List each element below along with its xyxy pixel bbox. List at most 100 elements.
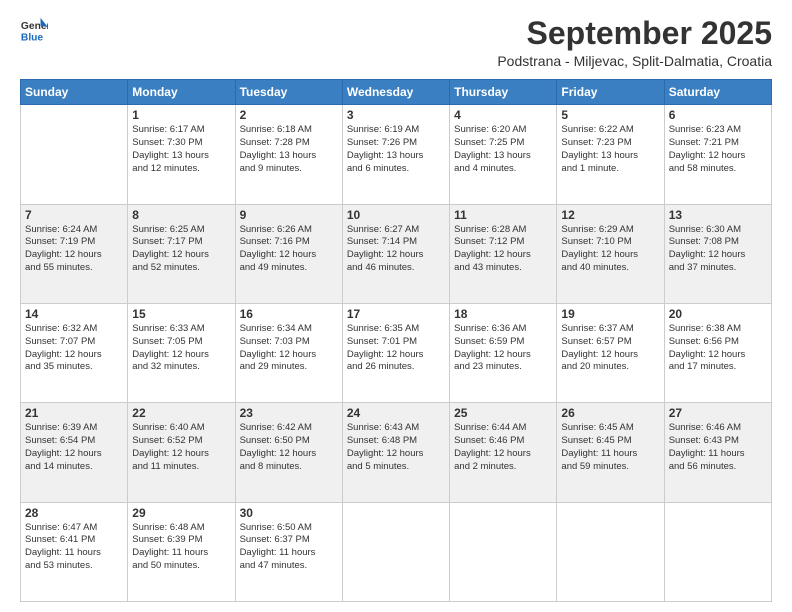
- day-info: Sunrise: 6:30 AMSunset: 7:08 PMDaylight:…: [669, 224, 767, 275]
- day-info: Sunrise: 6:35 AMSunset: 7:01 PMDaylight:…: [347, 323, 445, 374]
- month-title: September 2025: [497, 16, 772, 51]
- day-number: 11: [454, 208, 552, 222]
- day-number: 16: [240, 307, 338, 321]
- day-info: Sunrise: 6:46 AMSunset: 6:43 PMDaylight:…: [669, 422, 767, 473]
- day-number: 14: [25, 307, 123, 321]
- day-info: Sunrise: 6:48 AMSunset: 6:39 PMDaylight:…: [132, 522, 230, 573]
- calendar-cell: 16 Sunrise: 6:34 AMSunset: 7:03 PMDayligh…: [235, 303, 342, 402]
- day-info: Sunrise: 6:27 AMSunset: 7:14 PMDaylight:…: [347, 224, 445, 275]
- calendar-cell: 20 Sunrise: 6:38 AMSunset: 6:56 PMDayligh…: [664, 303, 771, 402]
- day-number: 20: [669, 307, 767, 321]
- calendar-day-header: Thursday: [450, 80, 557, 105]
- day-number: 17: [347, 307, 445, 321]
- day-info: Sunrise: 6:19 AMSunset: 7:26 PMDaylight:…: [347, 124, 445, 175]
- calendar-day-header: Tuesday: [235, 80, 342, 105]
- day-number: 30: [240, 506, 338, 520]
- calendar-cell: 12Sunrise: 6:29 AMSunset: 7:10 PMDayligh…: [557, 204, 664, 303]
- day-info: Sunrise: 6:34 AMSunset: 7:03 PMDaylight:…: [240, 323, 338, 374]
- calendar-table: SundayMondayTuesdayWednesdayThursdayFrid…: [20, 79, 772, 602]
- calendar-week-row: 21 Sunrise: 6:39 AMSunset: 6:54 PMDayligh…: [21, 403, 772, 502]
- day-info: Sunrise: 6:25 AMSunset: 7:17 PMDaylight:…: [132, 224, 230, 275]
- day-number: 21: [25, 406, 123, 420]
- day-info: Sunrise: 6:36 AMSunset: 6:59 PMDaylight:…: [454, 323, 552, 374]
- calendar-day-header: Friday: [557, 80, 664, 105]
- calendar-cell: 10Sunrise: 6:27 AMSunset: 7:14 PMDayligh…: [342, 204, 449, 303]
- day-info: Sunrise: 6:38 AMSunset: 6:56 PMDaylight:…: [669, 323, 767, 374]
- day-number: 25: [454, 406, 552, 420]
- day-info: Sunrise: 6:17 AMSunset: 7:30 PMDaylight:…: [132, 124, 230, 175]
- day-number: 24: [347, 406, 445, 420]
- calendar-cell: [557, 502, 664, 601]
- calendar-header-row: SundayMondayTuesdayWednesdayThursdayFrid…: [21, 80, 772, 105]
- day-info: Sunrise: 6:39 AMSunset: 6:54 PMDaylight:…: [25, 422, 123, 473]
- calendar-cell: 22 Sunrise: 6:40 AMSunset: 6:52 PMDayligh…: [128, 403, 235, 502]
- calendar-cell: [664, 502, 771, 601]
- calendar-cell: 28Sunrise: 6:47 AMSunset: 6:41 PMDayligh…: [21, 502, 128, 601]
- svg-text:Blue: Blue: [21, 32, 44, 43]
- page-header: General Blue September 2025 Podstrana - …: [20, 16, 772, 69]
- day-info: Sunrise: 6:22 AMSunset: 7:23 PMDaylight:…: [561, 124, 659, 175]
- day-info: Sunrise: 6:28 AMSunset: 7:12 PMDaylight:…: [454, 224, 552, 275]
- calendar-cell: [21, 105, 128, 204]
- calendar-cell: 25 Sunrise: 6:44 AMSunset: 6:46 PMDayligh…: [450, 403, 557, 502]
- calendar-cell: 26Sunrise: 6:45 AMSunset: 6:45 PMDayligh…: [557, 403, 664, 502]
- day-number: 3: [347, 108, 445, 122]
- calendar-cell: 15Sunrise: 6:33 AMSunset: 7:05 PMDayligh…: [128, 303, 235, 402]
- day-number: 7: [25, 208, 123, 222]
- calendar-cell: 19Sunrise: 6:37 AMSunset: 6:57 PMDayligh…: [557, 303, 664, 402]
- calendar-cell: 1 Sunrise: 6:17 AMSunset: 7:30 PMDaylight…: [128, 105, 235, 204]
- calendar-cell: [342, 502, 449, 601]
- day-number: 22: [132, 406, 230, 420]
- calendar-week-row: 28Sunrise: 6:47 AMSunset: 6:41 PMDayligh…: [21, 502, 772, 601]
- day-number: 27: [669, 406, 767, 420]
- day-info: Sunrise: 6:23 AMSunset: 7:21 PMDaylight:…: [669, 124, 767, 175]
- day-number: 2: [240, 108, 338, 122]
- day-number: 19: [561, 307, 659, 321]
- day-info: Sunrise: 6:43 AMSunset: 6:48 PMDaylight:…: [347, 422, 445, 473]
- day-info: Sunrise: 6:44 AMSunset: 6:46 PMDaylight:…: [454, 422, 552, 473]
- calendar-day-header: Saturday: [664, 80, 771, 105]
- calendar-week-row: 7 Sunrise: 6:24 AMSunset: 7:19 PMDaylight…: [21, 204, 772, 303]
- calendar-cell: 9 Sunrise: 6:26 AMSunset: 7:16 PMDaylight…: [235, 204, 342, 303]
- day-number: 18: [454, 307, 552, 321]
- calendar-week-row: 1 Sunrise: 6:17 AMSunset: 7:30 PMDaylight…: [21, 105, 772, 204]
- day-number: 8: [132, 208, 230, 222]
- calendar-cell: 29 Sunrise: 6:48 AMSunset: 6:39 PMDayligh…: [128, 502, 235, 601]
- day-number: 1: [132, 108, 230, 122]
- day-number: 23: [240, 406, 338, 420]
- day-info: Sunrise: 6:47 AMSunset: 6:41 PMDaylight:…: [25, 522, 123, 573]
- day-info: Sunrise: 6:20 AMSunset: 7:25 PMDaylight:…: [454, 124, 552, 175]
- calendar-cell: 3 Sunrise: 6:19 AMSunset: 7:26 PMDaylight…: [342, 105, 449, 204]
- calendar-cell: [450, 502, 557, 601]
- calendar-cell: 13Sunrise: 6:30 AMSunset: 7:08 PMDayligh…: [664, 204, 771, 303]
- day-number: 15: [132, 307, 230, 321]
- calendar-cell: 23Sunrise: 6:42 AMSunset: 6:50 PMDayligh…: [235, 403, 342, 502]
- day-number: 4: [454, 108, 552, 122]
- calendar-week-row: 14 Sunrise: 6:32 AMSunset: 7:07 PMDayligh…: [21, 303, 772, 402]
- calendar-cell: 7 Sunrise: 6:24 AMSunset: 7:19 PMDaylight…: [21, 204, 128, 303]
- day-number: 12: [561, 208, 659, 222]
- logo-icon: General Blue: [20, 16, 48, 44]
- day-info: Sunrise: 6:26 AMSunset: 7:16 PMDaylight:…: [240, 224, 338, 275]
- calendar-day-header: Wednesday: [342, 80, 449, 105]
- calendar-cell: 6 Sunrise: 6:23 AMSunset: 7:21 PMDaylight…: [664, 105, 771, 204]
- calendar-day-header: Sunday: [21, 80, 128, 105]
- calendar-day-header: Monday: [128, 80, 235, 105]
- calendar-cell: 30 Sunrise: 6:50 AMSunset: 6:37 PMDayligh…: [235, 502, 342, 601]
- day-number: 9: [240, 208, 338, 222]
- calendar-cell: 8 Sunrise: 6:25 AMSunset: 7:17 PMDaylight…: [128, 204, 235, 303]
- calendar-cell: 4 Sunrise: 6:20 AMSunset: 7:25 PMDaylight…: [450, 105, 557, 204]
- day-info: Sunrise: 6:40 AMSunset: 6:52 PMDaylight:…: [132, 422, 230, 473]
- day-number: 29: [132, 506, 230, 520]
- calendar-cell: 14 Sunrise: 6:32 AMSunset: 7:07 PMDayligh…: [21, 303, 128, 402]
- day-number: 6: [669, 108, 767, 122]
- day-info: Sunrise: 6:50 AMSunset: 6:37 PMDaylight:…: [240, 522, 338, 573]
- day-info: Sunrise: 6:32 AMSunset: 7:07 PMDaylight:…: [25, 323, 123, 374]
- calendar-cell: 11 Sunrise: 6:28 AMSunset: 7:12 PMDayligh…: [450, 204, 557, 303]
- title-block: September 2025 Podstrana - Miljevac, Spl…: [497, 16, 772, 69]
- day-info: Sunrise: 6:45 AMSunset: 6:45 PMDaylight:…: [561, 422, 659, 473]
- calendar-cell: 27 Sunrise: 6:46 AMSunset: 6:43 PMDayligh…: [664, 403, 771, 502]
- calendar-cell: 21 Sunrise: 6:39 AMSunset: 6:54 PMDayligh…: [21, 403, 128, 502]
- calendar-cell: 24 Sunrise: 6:43 AMSunset: 6:48 PMDayligh…: [342, 403, 449, 502]
- day-info: Sunrise: 6:24 AMSunset: 7:19 PMDaylight:…: [25, 224, 123, 275]
